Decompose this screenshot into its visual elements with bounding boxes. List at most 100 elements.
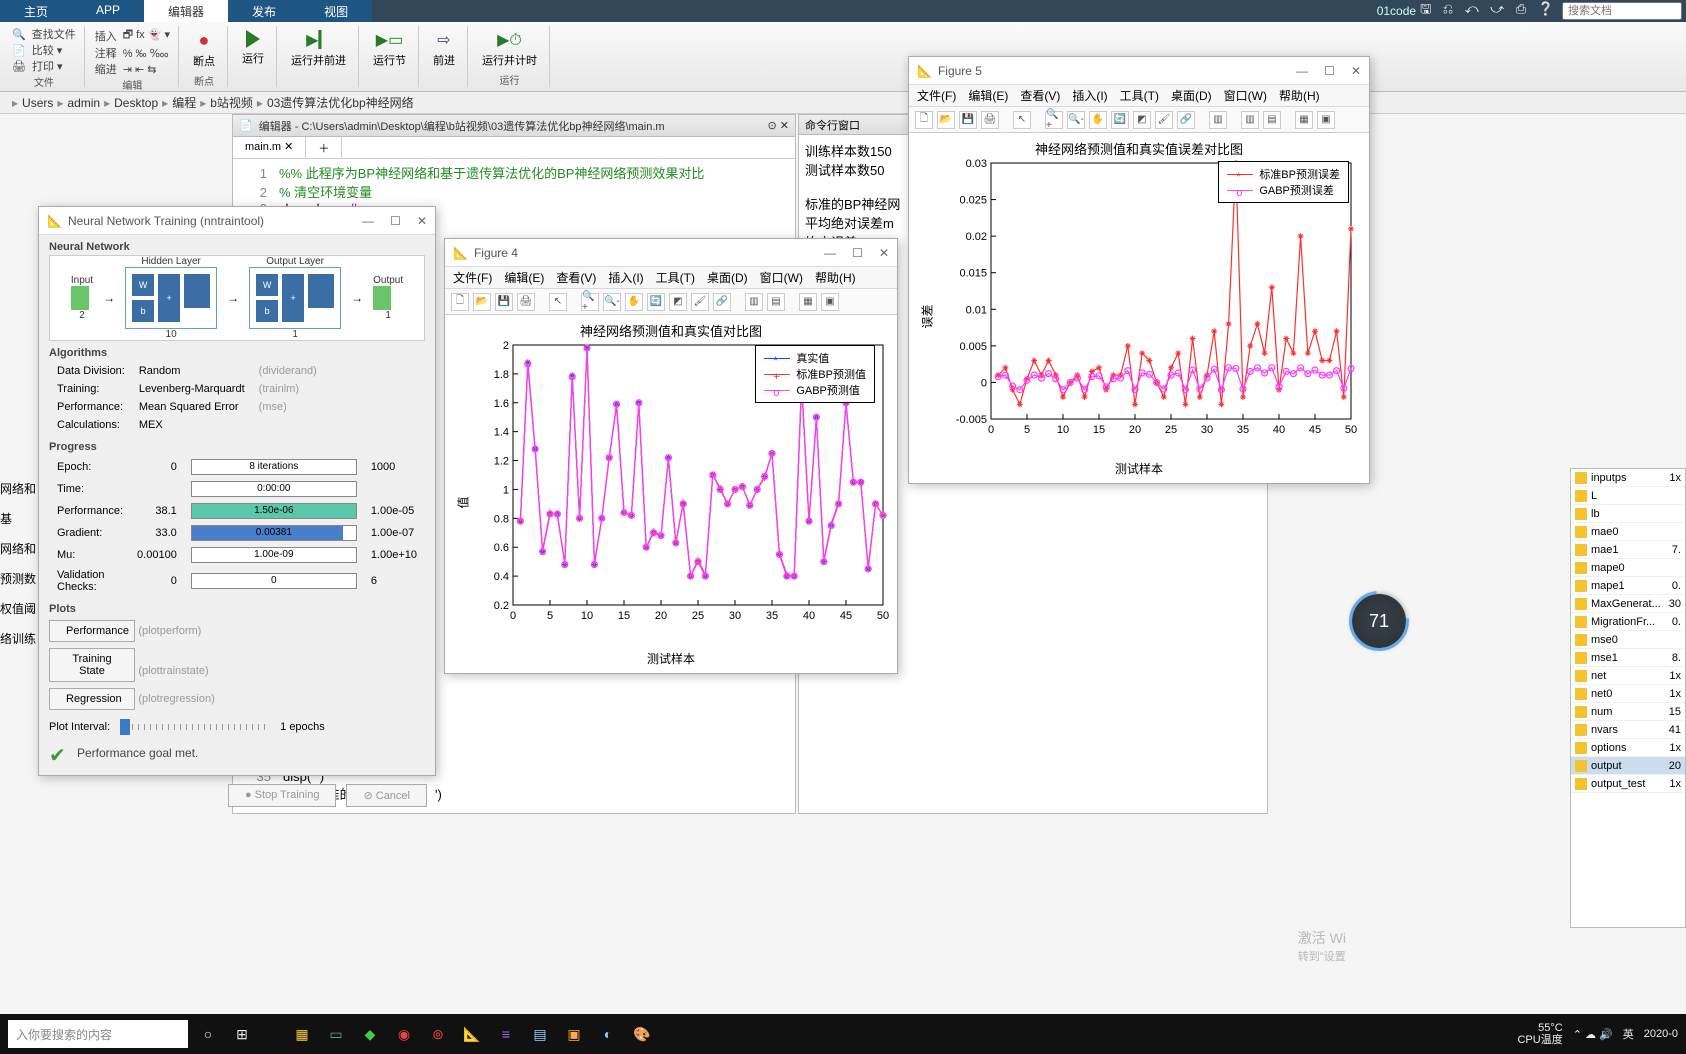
figure5-axes[interactable]: 神经网络预测值和真实值误差对比图 误差 05101520253035404550… [909, 133, 1369, 483]
breakpoints[interactable]: ●断点 [189, 26, 219, 73]
figure5-legend[interactable]: *标准BP预测误差oGABP预测误差 [1218, 161, 1349, 203]
new-tab-button[interactable]: ＋ [306, 137, 342, 158]
figure-toolbar[interactable]: 🗋📂💾🖨 ↖ 🔍+🔍-✋🔄◩🖌🔗 ▥▤ ▦▣ [445, 289, 897, 315]
taskview-icon[interactable]: ⊞ [228, 1020, 256, 1048]
menu-item[interactable]: 桌面(D) [707, 269, 748, 286]
plot-button[interactable]: Training State [49, 648, 135, 682]
close-icon[interactable]: ✕ [417, 214, 427, 228]
workspace-var[interactable]: MigrationFr...0. [1571, 613, 1685, 631]
editor-tab[interactable]: main.m ✕ [233, 137, 306, 158]
app-icon[interactable]: ▣ [560, 1020, 588, 1048]
run-section[interactable]: ▶▭运行节 [369, 26, 410, 72]
tray-icons[interactable]: ⌃ ☁ 🔊 [1573, 1028, 1613, 1041]
workspace-var[interactable]: net01x [1571, 685, 1685, 703]
breadcrumb-item[interactable]: 03遗传算法优化bp神经网络 [267, 94, 414, 111]
workspace-var[interactable]: mse18. [1571, 649, 1685, 667]
workspace-var[interactable]: mae17. [1571, 541, 1685, 559]
menu-item[interactable]: 工具(T) [1120, 87, 1159, 104]
workspace-var[interactable]: mape0 [1571, 559, 1685, 577]
cortana-icon[interactable]: ○ [194, 1020, 222, 1048]
close-icon[interactable]: ✕ [879, 246, 889, 260]
maximize-icon[interactable]: ☐ [852, 246, 863, 260]
menu-item[interactable]: 查看(V) [1020, 87, 1060, 104]
app-icon[interactable]: ⊚ [424, 1020, 452, 1048]
workspace-var[interactable]: output_test1x [1571, 775, 1685, 793]
workspace-var[interactable]: MaxGenerat...30 [1571, 595, 1685, 613]
menu-item[interactable]: 帮助(H) [1279, 87, 1320, 104]
print[interactable]: 🖨 打印 ▾ [12, 58, 76, 74]
compare[interactable]: 📄 比较 ▾ [12, 42, 76, 58]
app-icon[interactable]: ◉ [390, 1020, 418, 1048]
app-icon[interactable]: ▦ [288, 1020, 316, 1048]
workspace-panel[interactable]: inputps1xLlbmae0mae17.mape0mape10.MaxGen… [1570, 468, 1686, 928]
toolbar-icons[interactable]: 🖫 ⎌ ⤺ ⤻ ⎙ ❔ [1420, 0, 1558, 22]
menu-item[interactable]: 编辑(E) [968, 87, 1008, 104]
clock[interactable]: 2020-0 [1644, 1028, 1678, 1040]
breadcrumb-item[interactable]: 编程 [172, 94, 196, 111]
indent[interactable]: 缩进 ⇥ ⇤ ⇆ [95, 61, 170, 77]
workspace-var[interactable]: mape10. [1571, 577, 1685, 595]
run-time[interactable]: ▶⏱运行并计时 [478, 26, 541, 72]
workspace-var[interactable]: net1x [1571, 667, 1685, 685]
workspace-var[interactable]: options1x [1571, 739, 1685, 757]
run-button[interactable]: 运行 [238, 26, 268, 70]
plot-button[interactable]: Performance [49, 620, 135, 642]
menu-item[interactable]: 桌面(D) [1171, 87, 1212, 104]
menu-item[interactable]: 文件(F) [917, 87, 956, 104]
breadcrumb-item[interactable]: admin [67, 96, 100, 110]
workspace-var[interactable]: L [1571, 487, 1685, 505]
menu-item[interactable]: 窗口(W) [760, 269, 803, 286]
plot-button[interactable]: Regression [49, 688, 135, 710]
app-icon[interactable]: ▤ [526, 1020, 554, 1048]
figure-menubar[interactable]: 文件(F) 编辑(E) 查看(V) 插入(I) 工具(T) 桌面(D) 窗口(W) 帮助(H) [445, 267, 897, 289]
workspace-var[interactable]: output20 [1571, 757, 1685, 775]
minimize-icon[interactable]: — [362, 214, 374, 228]
menu-item[interactable]: 文件(F) [453, 269, 492, 286]
editor-popout-icon[interactable]: ⊙ ✕ [768, 119, 790, 132]
figure-toolbar[interactable]: 🗋📂💾🖨 ↖ 🔍+🔍-✋🔄◩🖌🔗 ▥ ▥▤ ▦▣ [909, 107, 1369, 133]
close-icon[interactable]: ✕ [1351, 64, 1361, 78]
breadcrumb-item[interactable]: Users [22, 96, 53, 110]
stop-training-button[interactable]: ● Stop Training [228, 784, 337, 807]
matlab-taskbar-icon[interactable]: 📐 [458, 1020, 486, 1048]
app-icon[interactable]: ≡ [492, 1020, 520, 1048]
maximize-icon[interactable]: ☐ [390, 214, 401, 228]
taskbar-search[interactable]: 入你要搜索的内容 [8, 1020, 188, 1048]
search-docs-input[interactable] [1562, 2, 1682, 20]
minimize-icon[interactable]: — [1296, 64, 1308, 78]
app-icon[interactable]: 🎨 [628, 1020, 656, 1048]
breadcrumb-item[interactable]: b站视频 [210, 94, 253, 111]
menu-item[interactable]: 插入(I) [1072, 87, 1107, 104]
app-icon[interactable]: ◆ [356, 1020, 384, 1048]
run-advance[interactable]: ▶▎运行并前进 [287, 26, 350, 72]
menu-item[interactable]: 帮助(H) [815, 269, 856, 286]
breadcrumb[interactable]: ▸Users▸admin▸Desktop▸编程▸b站视频▸03遗传算法优化bp神… [0, 92, 1686, 114]
cancel-button[interactable]: ⊘ Cancel [346, 784, 427, 807]
insert[interactable]: 插入 🗗 fx 👻 ▾ [95, 26, 170, 45]
workspace-var[interactable]: nvars41 [1571, 721, 1685, 739]
minimize-icon[interactable]: — [824, 246, 836, 260]
app-tab[interactable]: 发布 [228, 0, 300, 22]
windows-taskbar[interactable]: 入你要搜索的内容 ○ ⊞ ▦ ▭ ◆ ◉ ⊚ 📐 ≡ ▤ ▣ ◐ 🎨 55°CC… [0, 1014, 1686, 1054]
figure-menubar[interactable]: 文件(F) 编辑(E) 查看(V) 插入(I) 工具(T) 桌面(D) 窗口(W) 帮助(H) [909, 85, 1369, 107]
app-tab[interactable]: 主页 [0, 0, 72, 22]
figure4-legend[interactable]: *真实值+标准BP预测值oGABP预测值 [755, 345, 875, 403]
app-icon[interactable]: ▭ [322, 1020, 350, 1048]
workspace-var[interactable]: num15 [1571, 703, 1685, 721]
workspace-var[interactable]: mse0 [1571, 631, 1685, 649]
plot-interval-slider[interactable] [120, 724, 270, 730]
menu-item[interactable]: 查看(V) [556, 269, 596, 286]
workspace-var[interactable]: mae0 [1571, 523, 1685, 541]
menu-item[interactable]: 插入(I) [608, 269, 643, 286]
workspace-var[interactable]: lb [1571, 505, 1685, 523]
menu-item[interactable]: 窗口(W) [1224, 87, 1267, 104]
menu-item[interactable]: 编辑(E) [504, 269, 544, 286]
find-files[interactable]: 🔍 查找文件 [12, 26, 76, 42]
figure4-axes[interactable]: 神经网络预测值和真实值对比图 值 051015202530354045500.2… [445, 315, 897, 673]
advance[interactable]: ⇨前进 [429, 26, 459, 72]
app-tab[interactable]: 编辑器 [144, 0, 228, 22]
ime-indicator[interactable]: 英 [1623, 1026, 1634, 1042]
menu-item[interactable]: 工具(T) [656, 269, 695, 286]
maximize-icon[interactable]: ☐ [1324, 64, 1335, 78]
workspace-var[interactable]: inputps1x [1571, 469, 1685, 487]
